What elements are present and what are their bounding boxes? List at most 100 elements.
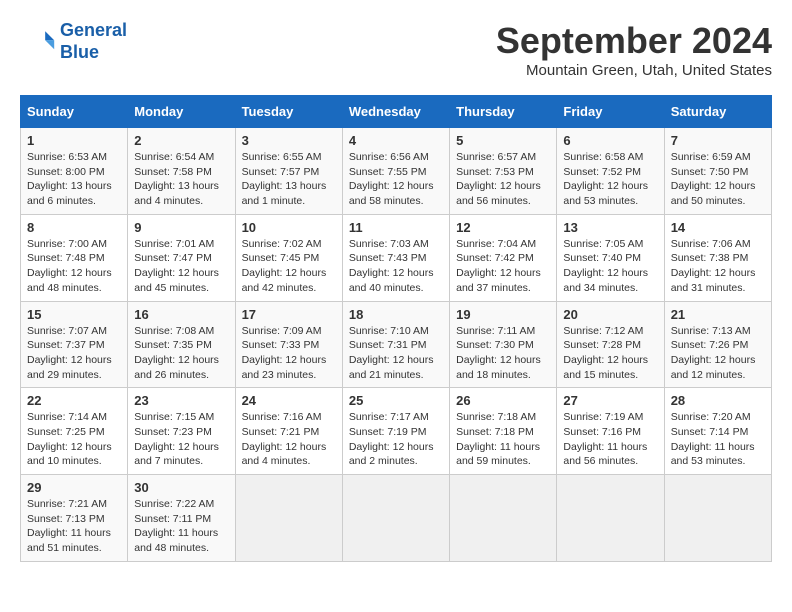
day-number: 24 — [242, 393, 336, 408]
day-info: Sunrise: 6:55 AMSunset: 7:57 PMDaylight:… — [242, 150, 336, 209]
day-info: Sunrise: 7:18 AMSunset: 7:18 PMDaylight:… — [456, 410, 550, 469]
day-number: 19 — [456, 307, 550, 322]
weekday-header-wednesday: Wednesday — [342, 96, 449, 128]
day-number: 30 — [134, 480, 228, 495]
day-info: Sunrise: 7:02 AMSunset: 7:45 PMDaylight:… — [242, 237, 336, 296]
day-info: Sunrise: 7:10 AMSunset: 7:31 PMDaylight:… — [349, 324, 443, 383]
day-info: Sunrise: 6:54 AMSunset: 7:58 PMDaylight:… — [134, 150, 228, 209]
day-info: Sunrise: 7:07 AMSunset: 7:37 PMDaylight:… — [27, 324, 121, 383]
day-number: 10 — [242, 220, 336, 235]
day-info: Sunrise: 6:58 AMSunset: 7:52 PMDaylight:… — [563, 150, 657, 209]
day-info: Sunrise: 7:06 AMSunset: 7:38 PMDaylight:… — [671, 237, 765, 296]
calendar-cell: 18 Sunrise: 7:10 AMSunset: 7:31 PMDayligh… — [342, 301, 449, 388]
calendar-cell: 13 Sunrise: 7:05 AMSunset: 7:40 PMDayligh… — [557, 214, 664, 301]
day-number: 29 — [27, 480, 121, 495]
calendar-cell: 30 Sunrise: 7:22 AMSunset: 7:11 PMDayligh… — [128, 475, 235, 562]
day-number: 18 — [349, 307, 443, 322]
day-number: 25 — [349, 393, 443, 408]
calendar-cell: 24 Sunrise: 7:16 AMSunset: 7:21 PMDayligh… — [235, 388, 342, 475]
month-title: September 2024 — [496, 20, 772, 62]
day-number: 23 — [134, 393, 228, 408]
calendar-cell: 9 Sunrise: 7:01 AMSunset: 7:47 PMDaylight… — [128, 214, 235, 301]
day-number: 8 — [27, 220, 121, 235]
logo-icon — [20, 24, 56, 60]
calendar-week-row: 29 Sunrise: 7:21 AMSunset: 7:13 PMDayligh… — [21, 475, 772, 562]
calendar-cell: 10 Sunrise: 7:02 AMSunset: 7:45 PMDayligh… — [235, 214, 342, 301]
day-number: 26 — [456, 393, 550, 408]
day-info: Sunrise: 7:21 AMSunset: 7:13 PMDaylight:… — [27, 497, 121, 556]
day-info: Sunrise: 7:04 AMSunset: 7:42 PMDaylight:… — [456, 237, 550, 296]
weekday-header-row: SundayMondayTuesdayWednesdayThursdayFrid… — [21, 96, 772, 128]
calendar-cell: 4Sunrise: 6:56 AMSunset: 7:55 PMDaylight… — [342, 128, 449, 215]
calendar-week-row: 22Sunrise: 7:14 AMSunset: 7:25 PMDayligh… — [21, 388, 772, 475]
weekday-header-sunday: Sunday — [21, 96, 128, 128]
day-number: 16 — [134, 307, 228, 322]
calendar-cell: 19 Sunrise: 7:11 AMSunset: 7:30 PMDayligh… — [450, 301, 557, 388]
calendar-cell: 5 Sunrise: 6:57 AMSunset: 7:53 PMDaylight… — [450, 128, 557, 215]
calendar-cell: 6 Sunrise: 6:58 AMSunset: 7:52 PMDaylight… — [557, 128, 664, 215]
day-info: Sunrise: 7:00 AMSunset: 7:48 PMDaylight:… — [27, 237, 121, 296]
calendar-cell — [235, 475, 342, 562]
weekday-header-tuesday: Tuesday — [235, 96, 342, 128]
calendar-week-row: 15 Sunrise: 7:07 AMSunset: 7:37 PMDayligh… — [21, 301, 772, 388]
day-number: 12 — [456, 220, 550, 235]
day-number: 13 — [563, 220, 657, 235]
weekday-header-friday: Friday — [557, 96, 664, 128]
day-number: 2 — [134, 133, 228, 148]
weekday-header-monday: Monday — [128, 96, 235, 128]
calendar-cell: 11 Sunrise: 7:03 AMSunset: 7:43 PMDayligh… — [342, 214, 449, 301]
day-info: Sunrise: 7:03 AMSunset: 7:43 PMDaylight:… — [349, 237, 443, 296]
day-info: Sunrise: 7:05 AMSunset: 7:40 PMDaylight:… — [563, 237, 657, 296]
day-number: 7 — [671, 133, 765, 148]
calendar-cell: 3 Sunrise: 6:55 AMSunset: 7:57 PMDaylight… — [235, 128, 342, 215]
day-number: 5 — [456, 133, 550, 148]
header: General Blue September 2024 Mountain Gre… — [20, 20, 772, 79]
calendar-cell — [664, 475, 771, 562]
day-number: 11 — [349, 220, 443, 235]
location: Mountain Green, Utah, United States — [496, 62, 772, 79]
weekday-header-saturday: Saturday — [664, 96, 771, 128]
day-number: 28 — [671, 393, 765, 408]
calendar-cell: 7 Sunrise: 6:59 AMSunset: 7:50 PMDaylight… — [664, 128, 771, 215]
calendar-cell: 16 Sunrise: 7:08 AMSunset: 7:35 PMDayligh… — [128, 301, 235, 388]
day-number: 15 — [27, 307, 121, 322]
day-number: 27 — [563, 393, 657, 408]
day-number: 3 — [242, 133, 336, 148]
day-info: Sunrise: 7:11 AMSunset: 7:30 PMDaylight:… — [456, 324, 550, 383]
calendar-week-row: 1 Sunrise: 6:53 AMSunset: 8:00 PMDaylight… — [21, 128, 772, 215]
day-info: Sunrise: 7:15 AMSunset: 7:23 PMDaylight:… — [134, 410, 228, 469]
calendar-cell — [450, 475, 557, 562]
calendar-cell: 12 Sunrise: 7:04 AMSunset: 7:42 PMDayligh… — [450, 214, 557, 301]
day-number: 1 — [27, 133, 121, 148]
calendar-cell: 14Sunrise: 7:06 AMSunset: 7:38 PMDayligh… — [664, 214, 771, 301]
day-info: Sunrise: 6:57 AMSunset: 7:53 PMDaylight:… — [456, 150, 550, 209]
logo: General Blue — [20, 20, 127, 63]
calendar-table: SundayMondayTuesdayWednesdayThursdayFrid… — [20, 95, 772, 562]
day-info: Sunrise: 7:16 AMSunset: 7:21 PMDaylight:… — [242, 410, 336, 469]
day-info: Sunrise: 7:22 AMSunset: 7:11 PMDaylight:… — [134, 497, 228, 556]
calendar-cell: 29 Sunrise: 7:21 AMSunset: 7:13 PMDayligh… — [21, 475, 128, 562]
day-number: 20 — [563, 307, 657, 322]
day-info: Sunrise: 7:08 AMSunset: 7:35 PMDaylight:… — [134, 324, 228, 383]
day-info: Sunrise: 7:17 AMSunset: 7:19 PMDaylight:… — [349, 410, 443, 469]
day-info: Sunrise: 6:53 AMSunset: 8:00 PMDaylight:… — [27, 150, 121, 209]
calendar-cell: 8 Sunrise: 7:00 AMSunset: 7:48 PMDaylight… — [21, 214, 128, 301]
day-info: Sunrise: 7:01 AMSunset: 7:47 PMDaylight:… — [134, 237, 228, 296]
day-number: 9 — [134, 220, 228, 235]
day-info: Sunrise: 6:59 AMSunset: 7:50 PMDaylight:… — [671, 150, 765, 209]
day-info: Sunrise: 7:12 AMSunset: 7:28 PMDaylight:… — [563, 324, 657, 383]
calendar-cell: 20 Sunrise: 7:12 AMSunset: 7:28 PMDayligh… — [557, 301, 664, 388]
calendar-cell: 28Sunrise: 7:20 AMSunset: 7:14 PMDayligh… — [664, 388, 771, 475]
calendar-cell: 26 Sunrise: 7:18 AMSunset: 7:18 PMDayligh… — [450, 388, 557, 475]
calendar-cell: 25 Sunrise: 7:17 AMSunset: 7:19 PMDayligh… — [342, 388, 449, 475]
day-info: Sunrise: 7:09 AMSunset: 7:33 PMDaylight:… — [242, 324, 336, 383]
calendar-week-row: 8 Sunrise: 7:00 AMSunset: 7:48 PMDaylight… — [21, 214, 772, 301]
day-number: 6 — [563, 133, 657, 148]
logo-text: General Blue — [60, 20, 127, 63]
weekday-header-thursday: Thursday — [450, 96, 557, 128]
calendar-cell: 2 Sunrise: 6:54 AMSunset: 7:58 PMDaylight… — [128, 128, 235, 215]
calendar-cell: 15 Sunrise: 7:07 AMSunset: 7:37 PMDayligh… — [21, 301, 128, 388]
day-number: 21 — [671, 307, 765, 322]
day-info: Sunrise: 6:56 AMSunset: 7:55 PMDaylight:… — [349, 150, 443, 209]
day-info: Sunrise: 7:13 AMSunset: 7:26 PMDaylight:… — [671, 324, 765, 383]
